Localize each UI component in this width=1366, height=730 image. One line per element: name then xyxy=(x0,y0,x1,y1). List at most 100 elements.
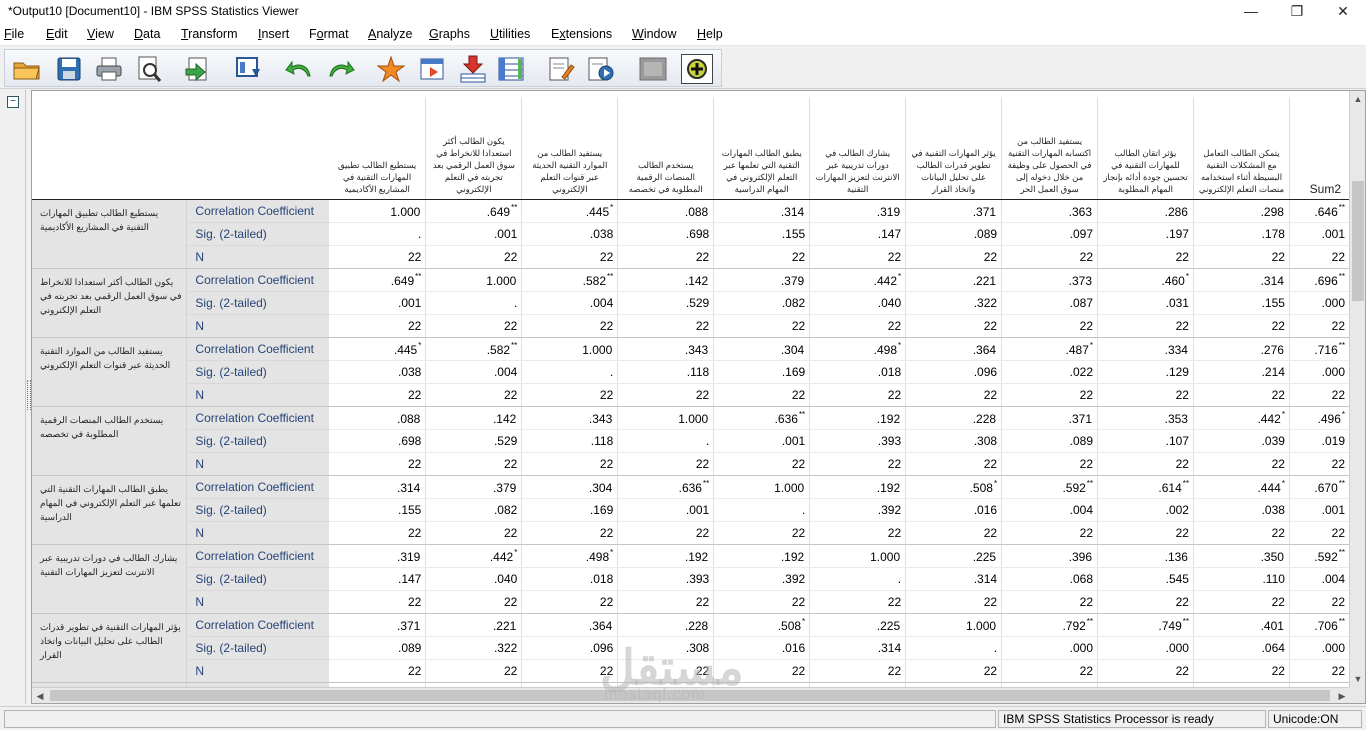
open-folder-icon[interactable] xyxy=(11,54,43,84)
table-cell[interactable]: 22 xyxy=(425,659,523,683)
row-header[interactable]: يستطيع الطالب تطبيق المهارات التقنية في … xyxy=(32,199,188,269)
table-cell[interactable]: 22 xyxy=(1193,521,1290,545)
table-cell[interactable]: .155 xyxy=(328,498,427,522)
table-cell[interactable]: 22 xyxy=(713,314,811,338)
table-cell[interactable]: .649** xyxy=(328,268,427,292)
close-button[interactable]: ✕ xyxy=(1320,0,1366,24)
table-cell[interactable]: .334 xyxy=(1097,337,1194,361)
recall-dialog-icon[interactable] xyxy=(233,54,265,84)
save-icon[interactable] xyxy=(53,54,85,84)
table-cell[interactable]: .487* xyxy=(1001,337,1099,361)
table-cell[interactable]: .038 xyxy=(1193,498,1290,522)
table-cell[interactable]: .373 xyxy=(1001,268,1099,292)
table-cell[interactable]: .508* xyxy=(905,475,1003,499)
menu-utilities[interactable]: Utilities xyxy=(490,27,530,41)
table-cell[interactable]: .064 xyxy=(1193,636,1290,660)
table-cell[interactable]: 22 xyxy=(328,590,427,614)
table-cell[interactable]: .038 xyxy=(328,360,427,384)
scroll-up-arrow-icon[interactable]: ▲ xyxy=(1350,91,1365,107)
table-cell[interactable]: 22 xyxy=(713,521,811,545)
table-cell[interactable]: .392 xyxy=(713,567,811,591)
table-cell[interactable]: 22 xyxy=(809,245,907,269)
column-header[interactable]: يطبق الطالب المهارات التقنية التي تعلمها… xyxy=(713,97,811,200)
table-cell[interactable]: .298 xyxy=(1193,199,1290,223)
table-cell[interactable]: .197 xyxy=(1097,222,1194,246)
table-cell[interactable]: .000 xyxy=(1097,636,1194,660)
table-cell[interactable]: 1.000 xyxy=(521,337,619,361)
export-icon[interactable] xyxy=(181,54,213,84)
table-cell[interactable]: .001 xyxy=(1289,222,1350,246)
table-cell[interactable]: 22 xyxy=(905,590,1003,614)
table-cell[interactable]: .001 xyxy=(1289,498,1350,522)
table-cell[interactable]: .040 xyxy=(425,567,523,591)
table-cell[interactable]: 22 xyxy=(1001,521,1099,545)
table-cell[interactable]: .000 xyxy=(1289,291,1350,315)
table-cell[interactable]: .442* xyxy=(1193,406,1290,430)
table-cell[interactable]: 22 xyxy=(809,383,907,407)
table-cell[interactable]: .221 xyxy=(905,268,1003,292)
table-cell[interactable]: .350 xyxy=(1193,544,1290,568)
menu-data[interactable]: Data xyxy=(134,27,160,41)
table-cell[interactable]: 22 xyxy=(425,383,523,407)
column-header[interactable]: يتمكن الطالب التعامل مع المشكلات التقنية… xyxy=(1193,97,1290,200)
table-cell[interactable]: .670** xyxy=(1289,475,1350,499)
table-cell[interactable]: .155 xyxy=(713,222,811,246)
table-cell[interactable]: .314 xyxy=(713,199,811,223)
table-cell[interactable]: 22 xyxy=(905,521,1003,545)
goto-case-icon[interactable] xyxy=(375,54,407,84)
table-cell[interactable]: 1.000 xyxy=(809,544,907,568)
table-cell[interactable]: .304 xyxy=(713,337,811,361)
table-cell[interactable]: 1.000 xyxy=(425,268,523,292)
table-cell[interactable]: .749** xyxy=(1097,613,1194,637)
table-cell[interactable]: .614** xyxy=(1097,475,1194,499)
table-cell[interactable]: 22 xyxy=(521,314,619,338)
table-cell[interactable]: .582** xyxy=(425,337,523,361)
menu-graphs[interactable]: Graphs xyxy=(429,27,470,41)
table-cell[interactable]: .142 xyxy=(617,268,715,292)
column-header[interactable]: يكون الطالب أكثر استعدادا للانخراط في سو… xyxy=(425,97,523,200)
table-cell[interactable]: .379 xyxy=(425,475,523,499)
menu-window[interactable]: Window xyxy=(632,27,676,41)
table-cell[interactable]: .308 xyxy=(905,429,1003,453)
column-header[interactable]: يؤثر اتقان الطالب للمهارات التقنية في تح… xyxy=(1097,97,1194,200)
table-cell[interactable]: .110 xyxy=(1193,567,1290,591)
table-cell[interactable]: 22 xyxy=(905,659,1003,683)
table-cell[interactable]: .592** xyxy=(1001,475,1099,499)
table-cell[interactable]: 22 xyxy=(1193,245,1290,269)
table-cell[interactable]: 1.000 xyxy=(905,613,1003,637)
table-cell[interactable]: .018 xyxy=(521,567,619,591)
vertical-scroll-thumb[interactable] xyxy=(1352,181,1364,301)
table-cell[interactable]: 22 xyxy=(809,314,907,338)
table-cell[interactable]: .118 xyxy=(617,360,715,384)
table-cell[interactable]: .022 xyxy=(1001,360,1099,384)
table-cell[interactable]: .498* xyxy=(521,544,619,568)
table-cell[interactable]: 22 xyxy=(713,245,811,269)
table-cell[interactable]: .225 xyxy=(905,544,1003,568)
table-cell[interactable]: 22 xyxy=(1097,659,1194,683)
table-cell[interactable]: 22 xyxy=(1289,245,1350,269)
table-cell[interactable]: .698 xyxy=(617,222,715,246)
table-cell[interactable]: 22 xyxy=(1193,383,1290,407)
table-cell[interactable]: .016 xyxy=(905,498,1003,522)
table-cell[interactable]: .169 xyxy=(521,498,619,522)
table-cell[interactable]: .460* xyxy=(1097,268,1194,292)
table-cell[interactable]: . xyxy=(617,429,715,453)
pivot-table-area[interactable]: يستطيع الطالب تطبيق المهارات التقنية في … xyxy=(32,91,1350,687)
table-cell[interactable]: 22 xyxy=(425,590,523,614)
scroll-right-arrow-icon[interactable]: ▶ xyxy=(1334,688,1350,703)
table-cell[interactable]: .001 xyxy=(617,498,715,522)
table-cell[interactable]: 22 xyxy=(617,590,715,614)
table-cell[interactable]: .107 xyxy=(1097,429,1194,453)
table-cell[interactable]: .442* xyxy=(425,544,523,568)
table-cell[interactable]: .445* xyxy=(328,337,427,361)
table-cell[interactable]: .228 xyxy=(905,406,1003,430)
table-cell[interactable]: 22 xyxy=(521,383,619,407)
table-cell[interactable]: .582** xyxy=(521,268,619,292)
column-header[interactable]: يشارك الطالب في دورات تدريبية عبر الانتر… xyxy=(809,97,907,200)
table-cell[interactable]: .371 xyxy=(905,199,1003,223)
menu-format[interactable]: Format xyxy=(309,27,349,41)
table-cell[interactable]: 22 xyxy=(1097,383,1194,407)
table-cell[interactable]: 22 xyxy=(617,245,715,269)
table-cell[interactable]: .089 xyxy=(328,636,427,660)
table-cell[interactable]: 1.000 xyxy=(328,199,427,223)
